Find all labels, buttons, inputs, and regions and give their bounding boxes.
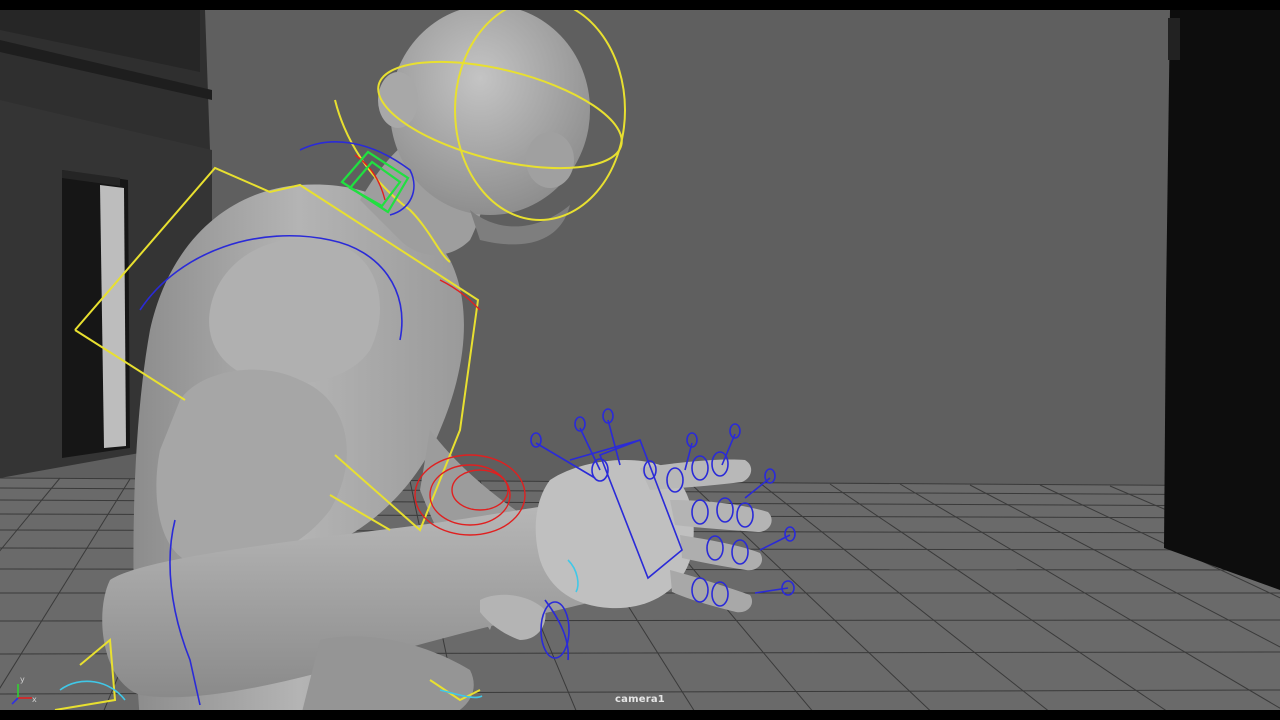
- building-right: [1164, 10, 1280, 590]
- maya-application: y x camera1: [0, 0, 1280, 720]
- letterbox-top: [0, 0, 1280, 10]
- camera-name-label: camera1: [615, 694, 665, 705]
- camera-viewport[interactable]: y x: [0, 10, 1280, 710]
- axis-label-y: y: [20, 675, 25, 684]
- viewport-scene: [0, 10, 1280, 710]
- letterbox-bottom: [0, 710, 1280, 720]
